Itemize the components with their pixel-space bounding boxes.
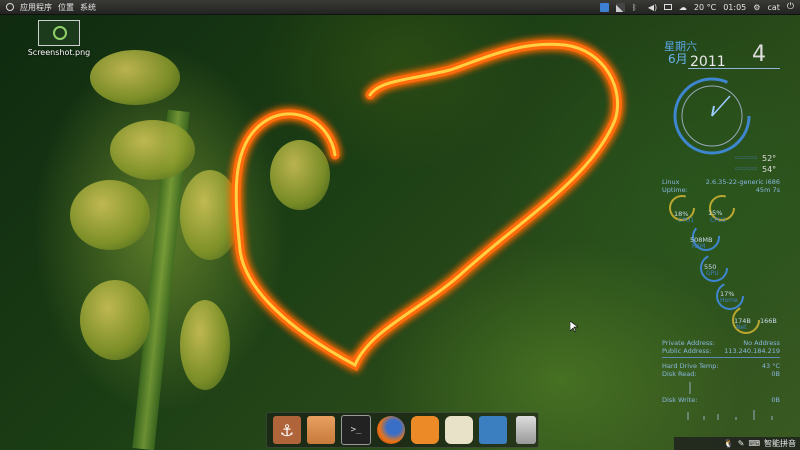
volume-icon[interactable]: ◀) — [648, 3, 657, 12]
system-tray: ᛒ ◀) ☁ 20 °C 01:05 ⚙ cat ⏻ — [599, 2, 800, 12]
input-mode-icon[interactable]: ✎ — [738, 439, 745, 448]
os-label: Linux — [662, 178, 680, 186]
gpu-label: GPU — [706, 270, 719, 277]
conky-divider-2 — [662, 357, 780, 358]
terminal-icon[interactable]: >_ — [341, 415, 371, 445]
cpu1-label: CPU1 — [678, 217, 695, 224]
pen-icon[interactable] — [615, 2, 625, 12]
disk-b-value: 166B — [760, 317, 777, 325]
wallpaper-pod — [110, 120, 195, 180]
public-address-label: Public Address: — [662, 347, 712, 355]
private-address-label: Private Address: — [662, 339, 715, 347]
brain-icon[interactable] — [479, 416, 507, 444]
pidgin-icon[interactable] — [411, 416, 439, 444]
image-file-icon — [38, 20, 80, 46]
ubuntu-logo-icon[interactable] — [6, 3, 14, 11]
top-panel: 应用程序 位置 系统 ᛒ ◀) ☁ 20 °C 01:05 ⚙ cat ⏻ — [0, 0, 800, 15]
power-icon[interactable]: ⏻ — [787, 2, 794, 12]
anchor-icon[interactable]: ⚓ — [273, 416, 301, 444]
disk-write-label: Disk Write: — [662, 396, 698, 404]
mouse-cursor — [570, 321, 578, 333]
bluetooth-icon[interactable]: ᛒ — [632, 3, 641, 12]
clock-minute-hand — [711, 95, 731, 117]
cpu2-value: 15% — [708, 209, 723, 217]
temp-value-a: 52° — [762, 154, 777, 163]
conky-month: 6月 — [668, 52, 688, 66]
desktop-icon-screenshot[interactable]: Screenshot.png — [24, 20, 94, 57]
heart-flame-core — [234, 42, 620, 368]
temp-label-a: ▭▭▭▭ — [735, 154, 758, 161]
panel-menu: 应用程序 位置 系统 — [0, 2, 96, 13]
weather-icon[interactable]: ☁ — [679, 3, 687, 12]
weather-temp[interactable]: 20 °C — [694, 3, 716, 12]
bottom-tray: 🐧 ✎ ⌨ 智能拼音 — [674, 437, 800, 450]
kernel-value: 2.6.35-22-generic i686 — [705, 178, 780, 186]
input-method-label[interactable]: 智能拼音 — [764, 438, 796, 449]
keyboard-icon[interactable]: ⌨ — [748, 439, 760, 448]
firefox-icon[interactable] — [377, 416, 405, 444]
mail-icon[interactable] — [663, 4, 672, 10]
home-label: Home — [720, 297, 738, 304]
folder-icon[interactable] — [307, 416, 335, 444]
wallpaper-pod — [70, 180, 150, 250]
menu-system[interactable]: 系统 — [80, 2, 96, 13]
tux-icon[interactable]: 🐧 — [724, 439, 734, 448]
network-manager-icon[interactable] — [599, 2, 609, 12]
private-address-value: No Address — [743, 339, 780, 347]
menu-places[interactable]: 位置 — [58, 2, 74, 13]
conky-divider — [688, 68, 780, 69]
dock: ⚓ >_ — [266, 412, 539, 448]
user-icon[interactable]: ⚙ — [753, 3, 760, 12]
public-address-value: 113.240.184.219 — [724, 347, 780, 355]
hdd-temp-value: 43 °C — [761, 362, 780, 370]
cpu2-label: CPU2 — [710, 217, 727, 224]
user-name[interactable]: cat — [767, 3, 779, 12]
hdd-temp-label: Hard Drive Temp: — [662, 362, 719, 370]
desktop-icon-label: Screenshot.png — [27, 48, 91, 57]
disk-write-value: 0B — [771, 396, 780, 404]
net-label: Net — [736, 324, 747, 331]
ram-label: RAM — [692, 243, 706, 250]
temp-value-b: 54° — [762, 165, 777, 174]
disk-read-graph — [689, 382, 691, 394]
menu-applications[interactable]: 应用程序 — [20, 2, 52, 13]
clock[interactable]: 01:05 — [723, 3, 746, 12]
conky-date: 4 — [752, 42, 766, 67]
disk-write-graph — [687, 410, 773, 420]
temp-label-b: ▭▭▭▭ — [735, 165, 758, 172]
disk-read-value: 0B — [771, 370, 780, 378]
trash-icon[interactable] — [516, 416, 536, 444]
heart-flame-outer — [231, 39, 623, 372]
conky-clock — [673, 77, 751, 155]
disk-read-label: Disk Read: — [662, 370, 697, 378]
wallpaper-pod — [80, 280, 150, 360]
wallpaper-pod — [90, 50, 180, 105]
webcam-icon[interactable] — [445, 416, 473, 444]
